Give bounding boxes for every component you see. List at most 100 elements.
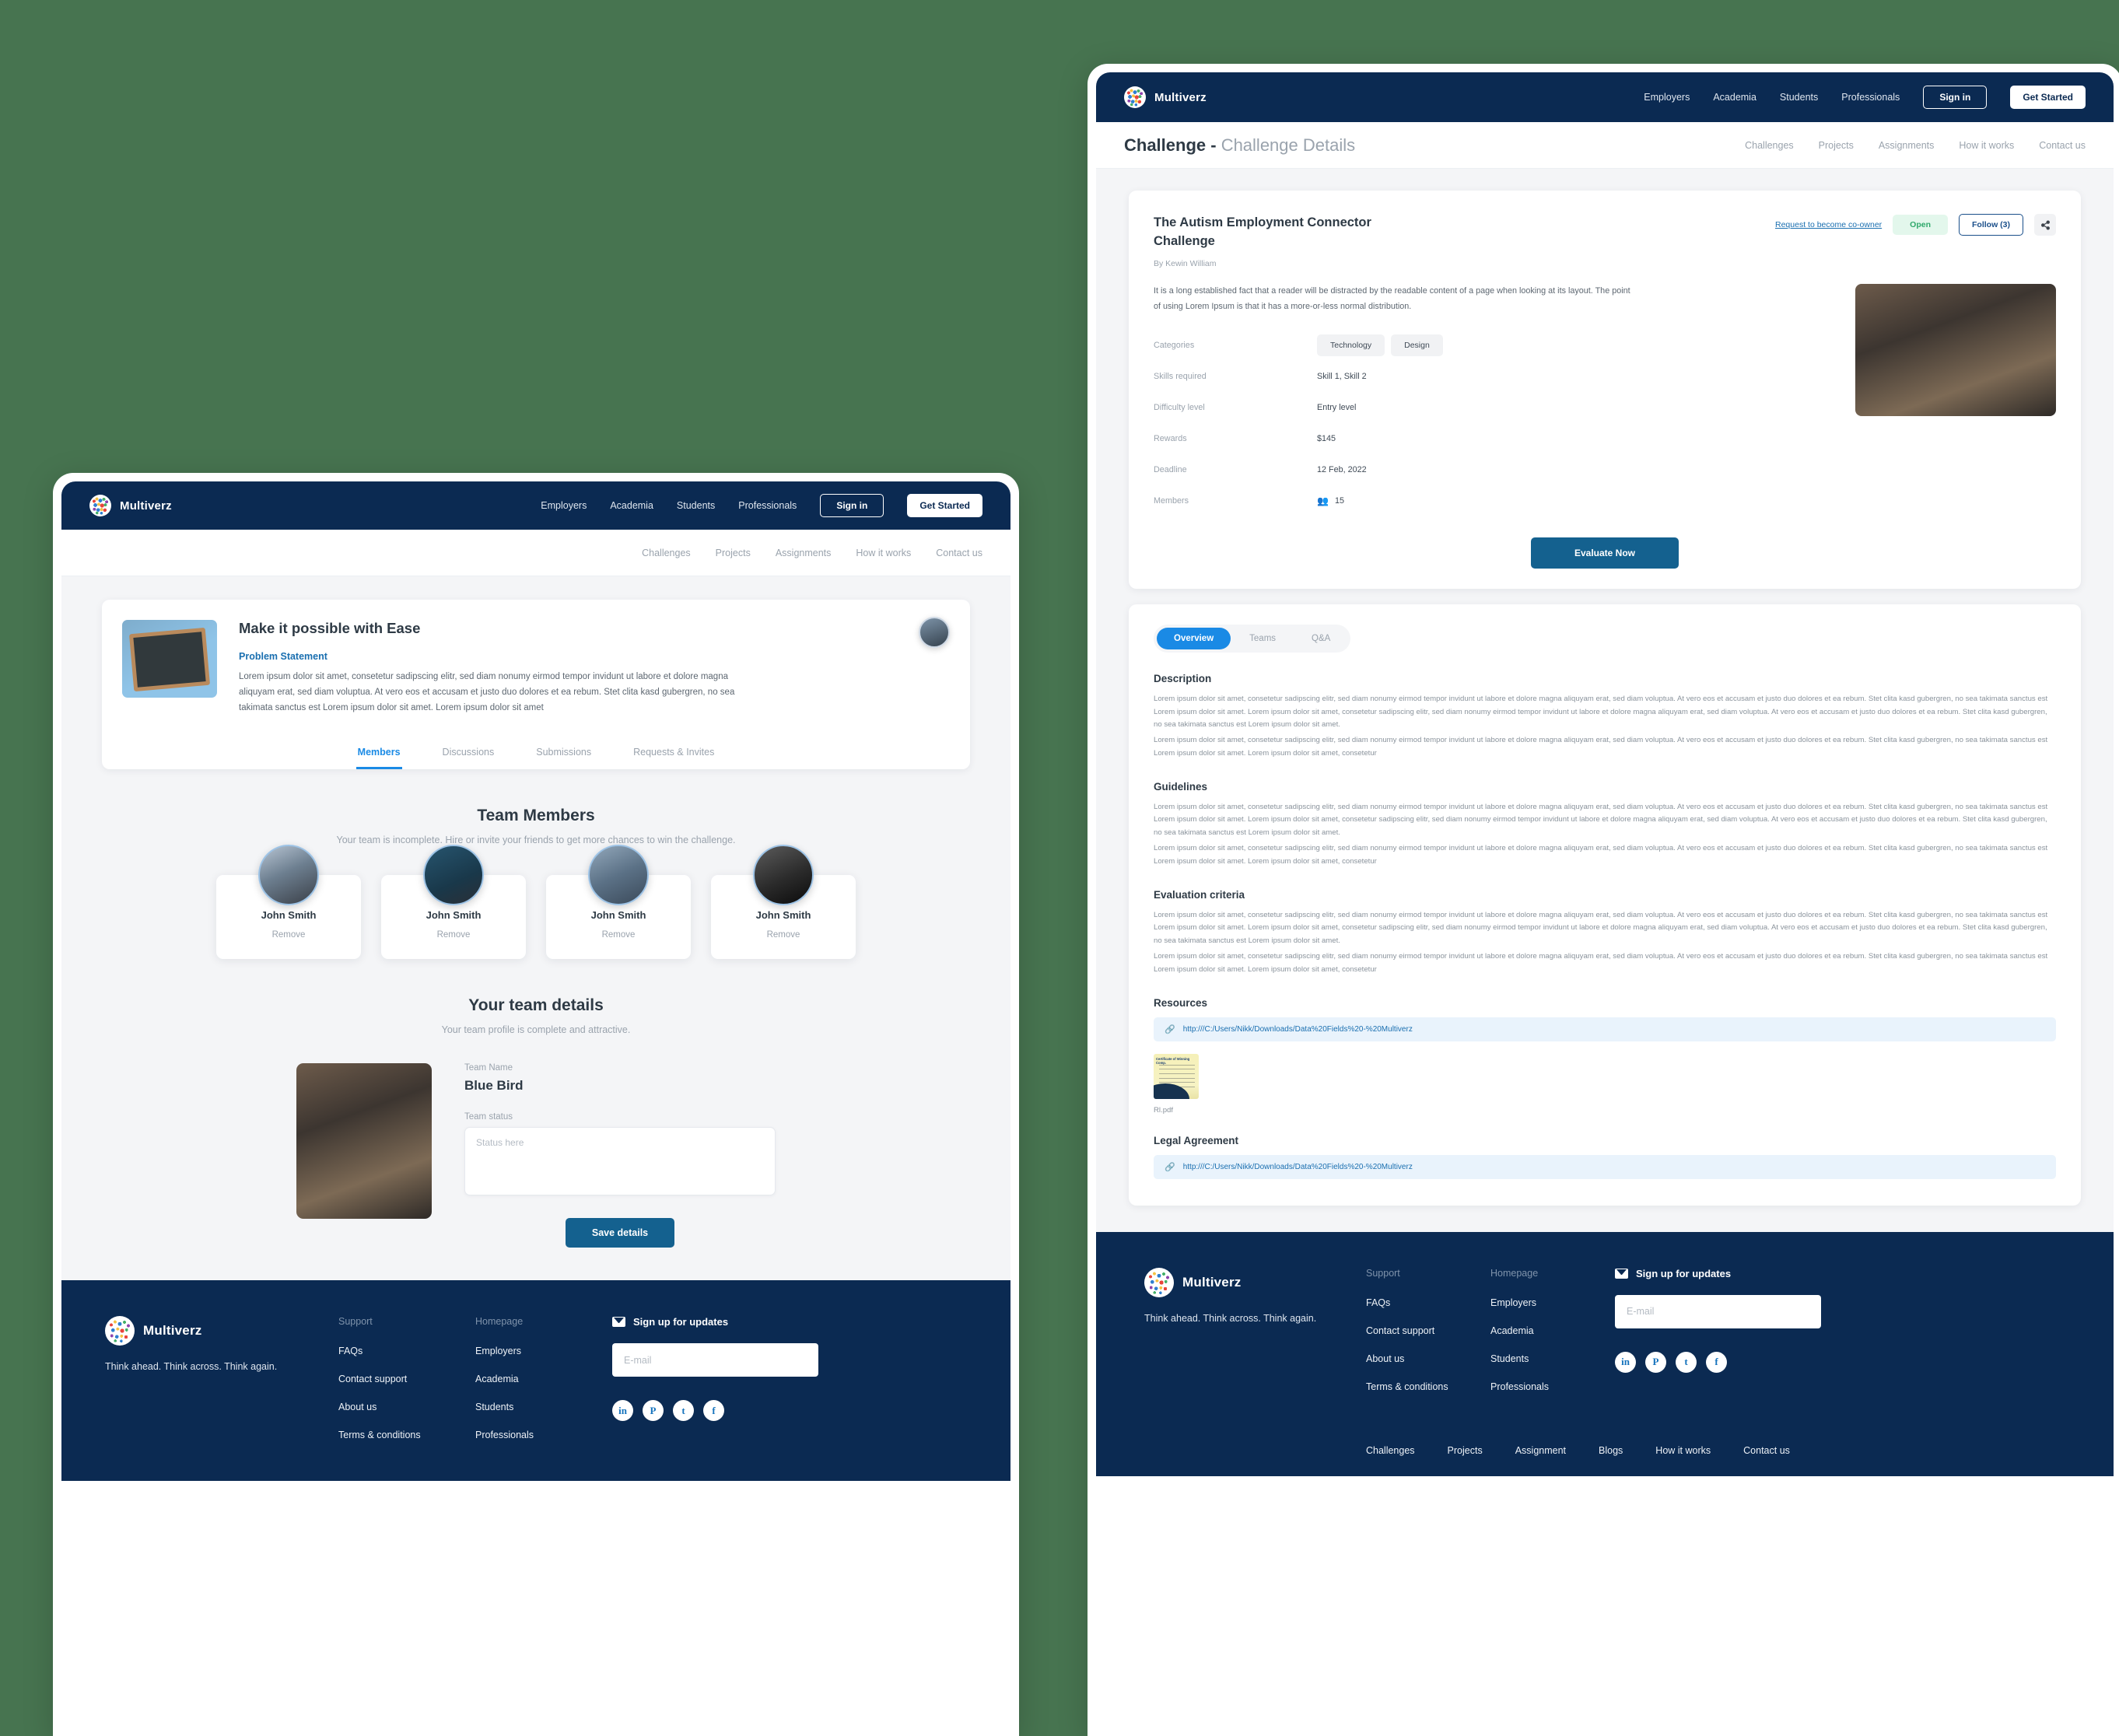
page-title-strong: Challenge - (1124, 135, 1221, 155)
footer-logo[interactable]: Multiverz (1144, 1267, 1366, 1297)
evaluation-body: Lorem ipsum dolor sit amet, consetetur s… (1154, 909, 2056, 977)
email-input[interactable] (612, 1343, 818, 1377)
nav-link-professionals[interactable]: Professionals (738, 500, 797, 511)
tab-submissions[interactable]: Submissions (534, 742, 593, 769)
member-remove-button[interactable]: Remove (381, 930, 526, 940)
nav-link-academia[interactable]: Academia (610, 500, 653, 511)
problem-row: Make it possible with Ease Problem State… (122, 620, 950, 716)
footer-link-terms[interactable]: Terms & conditions (338, 1430, 475, 1440)
member-avatar (588, 845, 649, 906)
footer-link-academia[interactable]: Academia (1490, 1325, 1615, 1336)
twitter-icon[interactable]: t (1676, 1351, 1697, 1373)
footer-link-students[interactable]: Students (475, 1402, 612, 1412)
subnav-challenges[interactable]: Challenges (1745, 140, 1794, 151)
subnav-assignments[interactable]: Assignments (776, 548, 832, 558)
footer-link-about-us[interactable]: About us (1366, 1353, 1490, 1364)
member-remove-button[interactable]: Remove (216, 930, 361, 940)
linkedin-icon[interactable]: in (612, 1400, 633, 1422)
category-chip-technology[interactable]: Technology (1317, 334, 1385, 356)
footer-bottom-assignment[interactable]: Assignment (1515, 1445, 1566, 1456)
follow-button[interactable]: Follow (3) (1959, 214, 2023, 236)
linkedin-icon[interactable]: in (1615, 1351, 1636, 1373)
twitter-icon[interactable]: t (673, 1400, 694, 1422)
nav-link-employers[interactable]: Employers (541, 500, 587, 511)
footer-bottom-projects[interactable]: Projects (1448, 1445, 1483, 1456)
tab-qa[interactable]: Q&A (1294, 628, 1347, 649)
pinterest-icon[interactable]: P (643, 1400, 664, 1422)
subnav-projects[interactable]: Projects (716, 548, 751, 558)
footer-link-academia[interactable]: Academia (475, 1374, 612, 1384)
tab-requests-invites[interactable]: Requests & Invites (632, 742, 716, 769)
footer-link-faqs[interactable]: FAQs (1366, 1297, 1490, 1308)
category-chip-design[interactable]: Design (1391, 334, 1443, 356)
footer-link-professionals[interactable]: Professionals (475, 1430, 612, 1440)
subnav-how-it-works[interactable]: How it works (856, 548, 911, 558)
mail-icon (612, 1317, 625, 1328)
resource-link-row[interactable]: 🔗 http:///C:/Users/Nikk/Downloads/Data%2… (1154, 1017, 2056, 1041)
facebook-icon[interactable]: f (1706, 1351, 1727, 1373)
save-details-button[interactable]: Save details (565, 1218, 675, 1248)
sign-in-button[interactable]: Sign in (1923, 86, 1988, 109)
subnav-challenges[interactable]: Challenges (642, 548, 691, 558)
sign-in-button[interactable]: Sign in (820, 494, 884, 517)
brand-logo-right[interactable]: Multiverz (1124, 86, 1207, 108)
nav-link-academia[interactable]: Academia (1713, 92, 1756, 103)
share-icon[interactable] (2034, 214, 2056, 236)
tab-teams[interactable]: Teams (1232, 628, 1293, 649)
tab-discussions[interactable]: Discussions (441, 742, 496, 769)
footer-link-professionals[interactable]: Professionals (1490, 1381, 1615, 1392)
resource-attachment[interactable]: Certificate of Winning Comp. Rl.pdf (1154, 1053, 2056, 1115)
meta-value: 👥 15 (1317, 495, 1344, 506)
request-coowner-link[interactable]: Request to become co-owner (1775, 220, 1882, 229)
footer-link-contact-support[interactable]: Contact support (1366, 1325, 1490, 1336)
meta-row-difficulty: Difficulty level Entry level (1154, 396, 1832, 419)
team-status-label: Team status (464, 1112, 513, 1122)
subnav-how-it-works[interactable]: How it works (1959, 140, 2014, 151)
footer-bottom-contact-us[interactable]: Contact us (1743, 1445, 1790, 1456)
subnav-assignments[interactable]: Assignments (1879, 140, 1935, 151)
footer-support-column: Support FAQs Contact support About us Te… (338, 1316, 475, 1458)
nav-link-professionals[interactable]: Professionals (1841, 92, 1900, 103)
footer-bottom-how-it-works[interactable]: How it works (1655, 1445, 1711, 1456)
footer-link-students[interactable]: Students (1490, 1353, 1615, 1364)
subnav-contact-us[interactable]: Contact us (2039, 140, 2086, 151)
multiverz-logo-icon (1144, 1267, 1174, 1297)
footer-link-about-us[interactable]: About us (338, 1402, 475, 1412)
get-started-button[interactable]: Get Started (907, 494, 982, 517)
footer-link-faqs[interactable]: FAQs (338, 1346, 475, 1356)
social-links: in P t f (612, 1400, 967, 1422)
footer-link-employers[interactable]: Employers (475, 1346, 612, 1356)
footer-bottom-blogs[interactable]: Blogs (1599, 1445, 1623, 1456)
legal-link-row[interactable]: 🔗 http:///C:/Users/Nikk/Downloads/Data%2… (1154, 1154, 2056, 1179)
member-remove-button[interactable]: Remove (711, 930, 856, 940)
subscribe-header: Sign up for updates (1615, 1268, 2065, 1279)
legal-link-text: http:///C:/Users/Nikk/Downloads/Data%20F… (1182, 1162, 1413, 1171)
resource-thumbnail: Certificate of Winning Comp. (1154, 1053, 1199, 1099)
team-status-input[interactable] (464, 1127, 776, 1196)
nav-link-students[interactable]: Students (677, 500, 715, 511)
pinterest-icon[interactable]: P (1645, 1351, 1666, 1373)
footer-link-contact-support[interactable]: Contact support (338, 1374, 475, 1384)
brand-logo-left[interactable]: Multiverz (89, 495, 172, 516)
evaluation-paragraph-1: Lorem ipsum dolor sit amet, consetetur s… (1154, 910, 2048, 946)
tab-overview[interactable]: Overview (1157, 627, 1231, 649)
nav-link-employers[interactable]: Employers (1644, 92, 1690, 103)
member-remove-button[interactable]: Remove (546, 930, 691, 940)
tab-members[interactable]: Members (356, 742, 402, 770)
subnav-projects[interactable]: Projects (1819, 140, 1854, 151)
evaluation-paragraph-2: Lorem ipsum dolor sit amet, consetetur s… (1154, 951, 2048, 974)
evaluate-now-button[interactable]: Evaluate Now (1530, 537, 1679, 569)
footer-logo[interactable]: Multiverz (105, 1316, 338, 1346)
footer-bottom-challenges[interactable]: Challenges (1366, 1445, 1415, 1456)
footer-link-employers[interactable]: Employers (1490, 1297, 1615, 1308)
meta-value: $145 (1317, 433, 1336, 443)
owner-avatar[interactable] (919, 617, 950, 648)
email-input[interactable] (1615, 1294, 1821, 1328)
get-started-button[interactable]: Get Started (2010, 86, 2086, 109)
member-avatar (258, 845, 319, 906)
facebook-icon[interactable]: f (703, 1400, 724, 1422)
description-paragraph-1: Lorem ipsum dolor sit amet, consetetur s… (1154, 694, 2048, 730)
nav-link-students[interactable]: Students (1780, 92, 1818, 103)
subnav-contact-us[interactable]: Contact us (936, 548, 982, 558)
footer-link-terms[interactable]: Terms & conditions (1366, 1381, 1490, 1392)
